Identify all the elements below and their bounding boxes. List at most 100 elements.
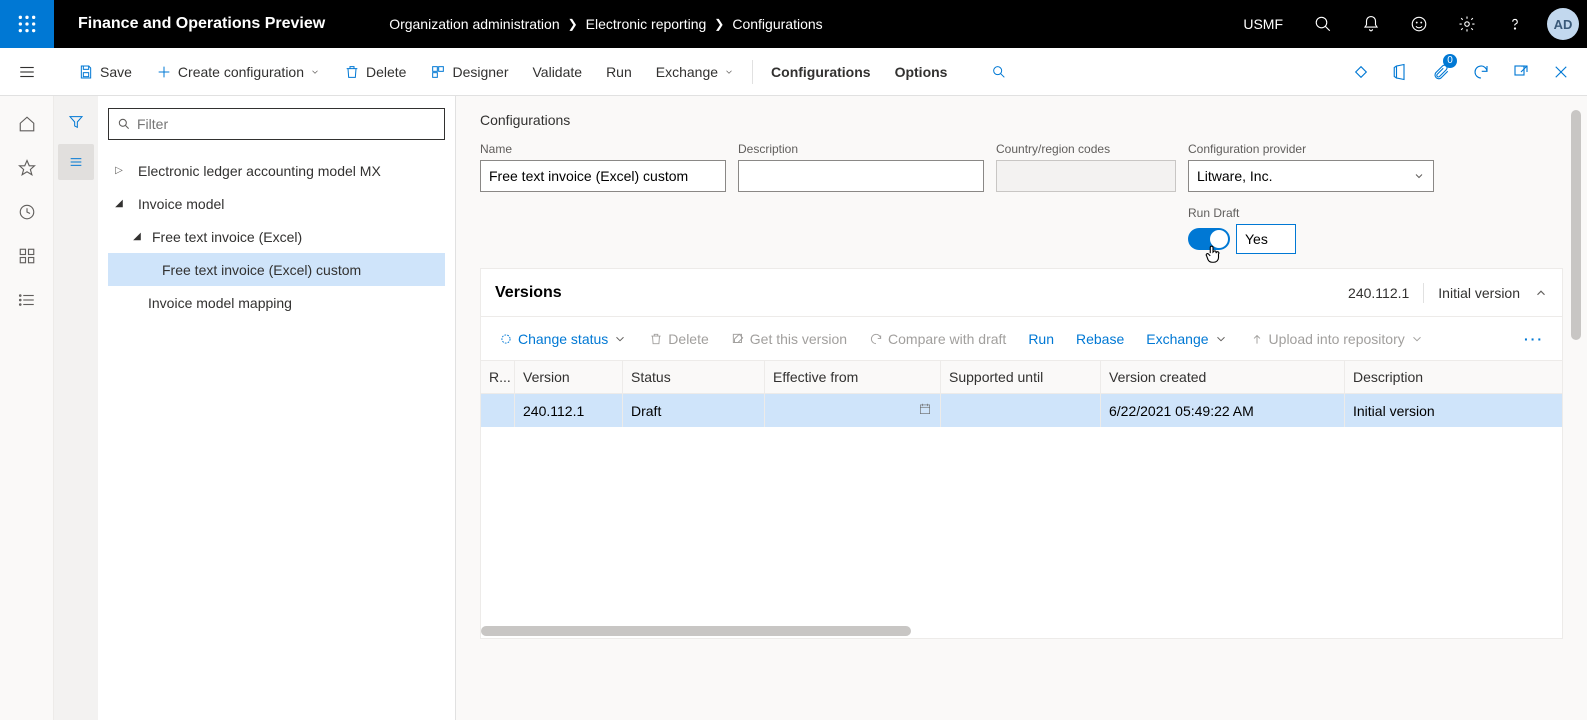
col-status[interactable]: Status	[623, 361, 765, 393]
compare-button[interactable]: Compare with draft	[861, 331, 1014, 347]
validate-button[interactable]: Validate	[521, 48, 595, 96]
tree-panel: ▷ Electronic ledger accounting model MX …	[98, 96, 456, 720]
list-icon	[18, 291, 36, 309]
favorites-nav[interactable]	[7, 148, 47, 188]
close-button[interactable]	[1543, 48, 1579, 96]
recent-nav[interactable]	[7, 192, 47, 232]
col-description[interactable]: Description	[1345, 361, 1562, 393]
chevron-right-icon: ❯	[714, 17, 724, 31]
separator	[752, 60, 753, 84]
breadcrumb: Organization administration ❯ Electronic…	[389, 16, 822, 32]
expand-icon[interactable]: ▷	[112, 165, 126, 176]
version-run-button[interactable]: Run	[1020, 331, 1062, 347]
options-label: Options	[895, 64, 948, 80]
cell-effective[interactable]	[765, 394, 941, 427]
find-button[interactable]	[979, 48, 1019, 96]
filter-rail-button[interactable]	[58, 104, 94, 140]
collapse-icon[interactable]: ◢	[112, 198, 126, 209]
user-avatar[interactable]: AD	[1547, 8, 1579, 40]
modules-nav[interactable]	[7, 280, 47, 320]
pin-button[interactable]	[1343, 48, 1379, 96]
save-button[interactable]: Save	[66, 48, 144, 96]
version-delete-button[interactable]: Delete	[641, 331, 716, 347]
breadcrumb-item[interactable]: Organization administration	[389, 16, 559, 32]
calendar-icon[interactable]	[918, 402, 932, 419]
grid-row-selected[interactable]: 240.112.1 Draft 6/22/2021 05:49:22 AM In…	[481, 394, 1562, 427]
provider-field: Configuration provider Litware, Inc.	[1188, 142, 1434, 192]
scrollbar-thumb[interactable]	[1571, 110, 1581, 340]
cell-status: Draft	[623, 394, 765, 427]
rebase-label: Rebase	[1076, 331, 1124, 347]
row-selector[interactable]	[481, 394, 515, 427]
tree-item[interactable]: ◢ Free text invoice (Excel)	[108, 220, 445, 253]
search-button[interactable]	[1299, 0, 1347, 48]
chevron-down-icon	[1214, 332, 1228, 346]
attachments-button[interactable]: 0	[1423, 48, 1459, 96]
version-exchange-button[interactable]: Exchange	[1138, 331, 1235, 347]
create-config-button[interactable]: Create configuration	[144, 48, 332, 96]
hamburger-icon	[18, 63, 36, 81]
horizontal-scrollbar[interactable]	[481, 624, 1562, 638]
options-tab[interactable]: Options	[883, 48, 960, 96]
grid-icon	[18, 247, 36, 265]
rebase-button[interactable]: Rebase	[1068, 331, 1132, 347]
separator	[1423, 283, 1424, 303]
cell-supported	[941, 394, 1101, 427]
col-select[interactable]: R...	[481, 361, 515, 393]
breadcrumb-item[interactable]: Configurations	[732, 16, 822, 32]
scrollbar-thumb[interactable]	[481, 626, 911, 636]
change-status-button[interactable]: Change status	[491, 331, 635, 347]
refresh-button[interactable]	[1463, 48, 1499, 96]
collapse-icon[interactable]: ◢	[130, 231, 144, 242]
tree-item-selected[interactable]: Free text invoice (Excel) custom	[108, 253, 445, 286]
office-button[interactable]	[1383, 48, 1419, 96]
country-label: Country/region codes	[996, 142, 1176, 156]
save-label: Save	[100, 64, 132, 80]
versions-toolbar: Change status Delete Get this version Co…	[481, 317, 1562, 361]
waffle-icon	[17, 14, 37, 34]
delete-button[interactable]: Delete	[332, 48, 418, 96]
search-icon	[1314, 15, 1332, 33]
col-effective[interactable]: Effective from	[765, 361, 941, 393]
country-field: Country/region codes	[996, 142, 1176, 192]
chevron-up-icon[interactable]	[1534, 286, 1548, 300]
col-version[interactable]: Version	[515, 361, 623, 393]
home-nav[interactable]	[7, 104, 47, 144]
popout-button[interactable]	[1503, 48, 1539, 96]
breadcrumb-item[interactable]: Electronic reporting	[586, 16, 707, 32]
rundraft-toggle[interactable]	[1188, 228, 1230, 250]
configurations-tab[interactable]: Configurations	[759, 48, 883, 96]
app-launcher[interactable]	[0, 0, 54, 48]
description-input[interactable]	[738, 160, 984, 192]
settings-button[interactable]	[1443, 0, 1491, 48]
tree-filter[interactable]	[108, 108, 445, 140]
tree-filter-input[interactable]	[137, 116, 436, 132]
exchange-button[interactable]: Exchange	[644, 48, 746, 96]
version-exchange-label: Exchange	[1146, 331, 1208, 347]
col-supported[interactable]: Supported until	[941, 361, 1101, 393]
list-rail-button[interactable]	[58, 144, 94, 180]
more-button[interactable]: ···	[1516, 331, 1552, 347]
tree-item[interactable]: ◢ Invoice model	[108, 187, 445, 220]
notifications-button[interactable]	[1347, 0, 1395, 48]
provider-select[interactable]: Litware, Inc.	[1188, 160, 1434, 192]
inner-rail	[54, 96, 98, 720]
tree-item[interactable]: ▷ Electronic ledger accounting model MX	[108, 154, 445, 187]
tree-item[interactable]: Invoice model mapping	[108, 286, 445, 319]
provider-label: Configuration provider	[1188, 142, 1434, 156]
company-code[interactable]: USMF	[1227, 16, 1299, 32]
main-content: Configurations Name Description Country/…	[456, 96, 1587, 720]
run-button[interactable]: Run	[594, 48, 644, 96]
get-version-button[interactable]: Get this version	[723, 331, 855, 347]
upload-button[interactable]: Upload into repository	[1242, 331, 1432, 347]
close-icon	[1552, 63, 1570, 81]
workspaces-nav[interactable]	[7, 236, 47, 276]
name-input[interactable]	[480, 160, 726, 192]
col-created[interactable]: Version created	[1101, 361, 1345, 393]
nav-toggle[interactable]	[0, 48, 54, 96]
help-button[interactable]	[1491, 0, 1539, 48]
designer-button[interactable]: Designer	[418, 48, 520, 96]
feedback-button[interactable]	[1395, 0, 1443, 48]
vertical-scrollbar[interactable]	[1571, 110, 1581, 700]
cell-version: 240.112.1	[515, 394, 623, 427]
